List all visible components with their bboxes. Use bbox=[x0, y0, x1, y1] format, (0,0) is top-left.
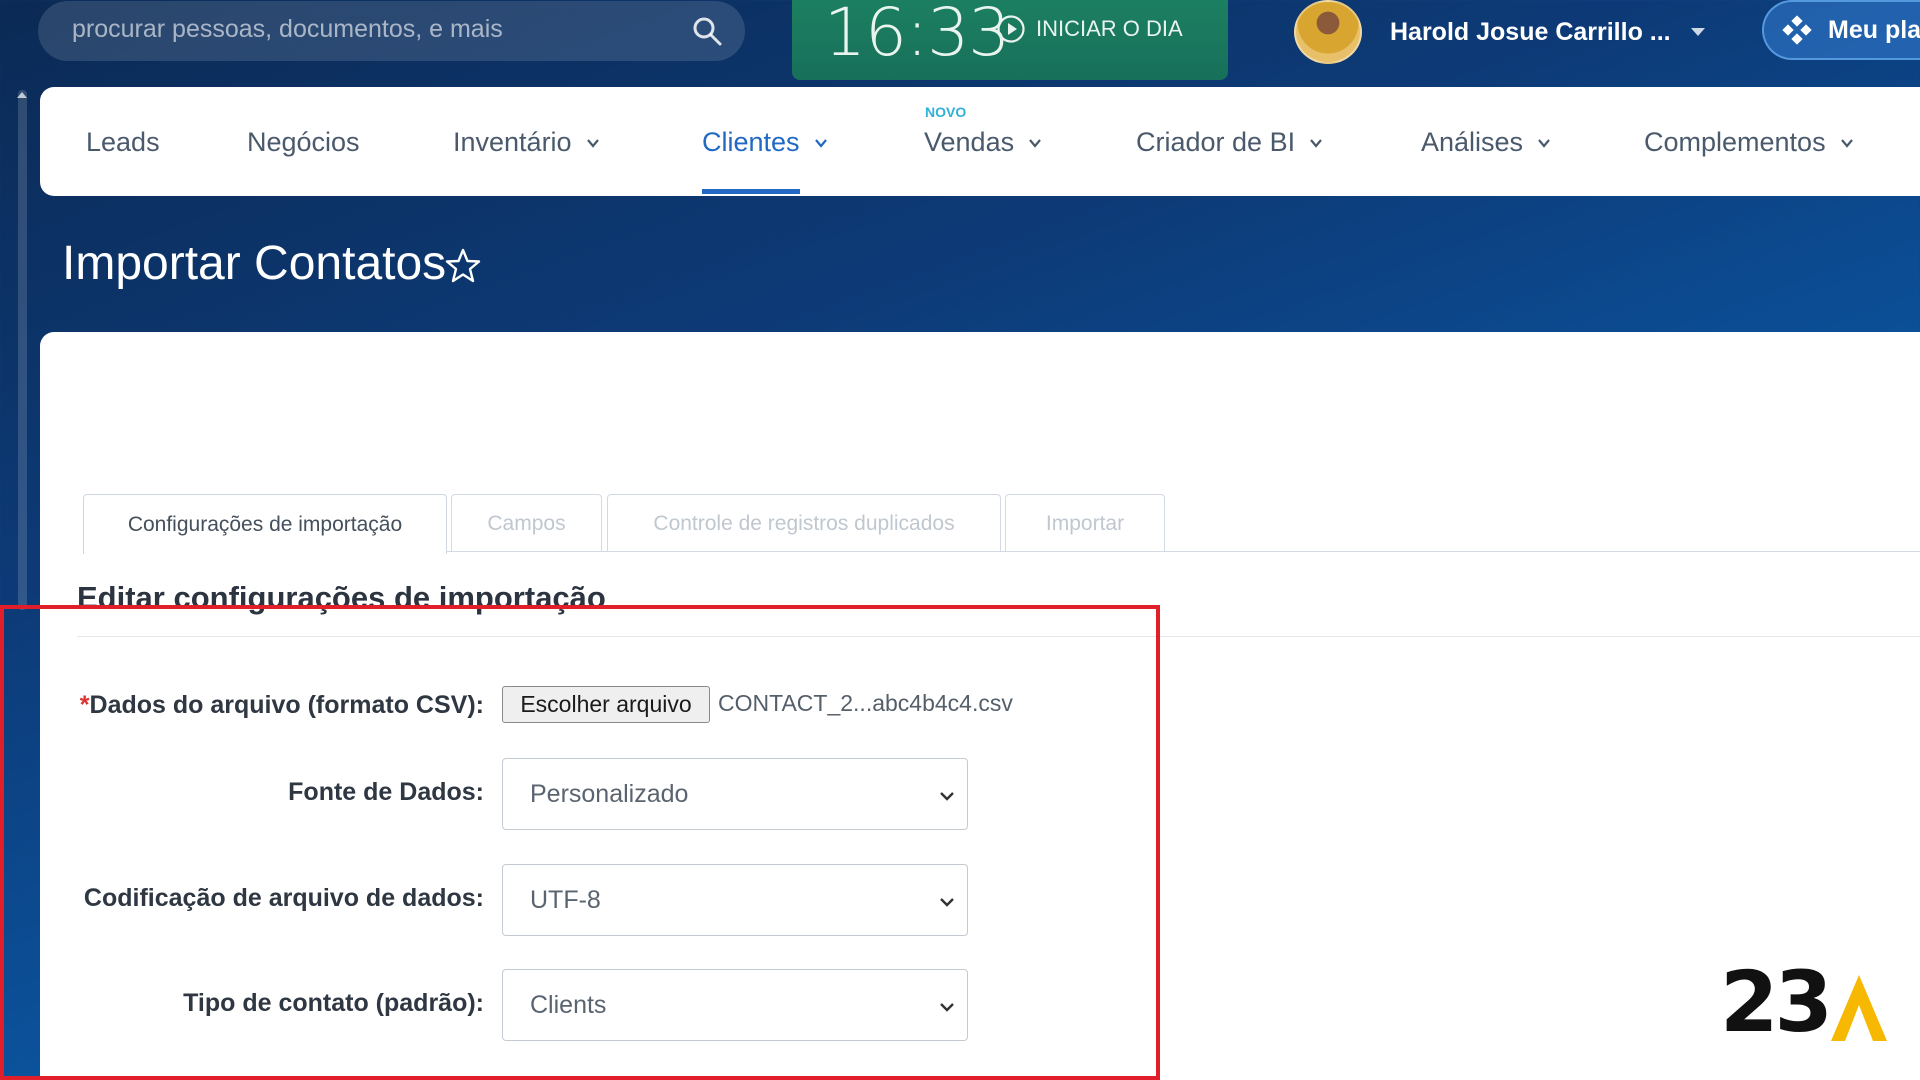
user-menu[interactable]: Harold Josue Carrillo ... bbox=[1294, 0, 1705, 64]
nav-item-label: Clientes bbox=[702, 127, 800, 157]
choose-file-label: Escolher arquivo bbox=[520, 691, 692, 717]
start-day-label: INICIAR O DIA bbox=[1036, 16, 1183, 41]
contact-type-value: Clients bbox=[530, 990, 607, 1019]
chevron-down-icon bbox=[1538, 138, 1550, 148]
diamond-grid-icon bbox=[1782, 15, 1812, 45]
chevron-down-icon bbox=[586, 138, 599, 148]
scroll-up-arrow-icon[interactable] bbox=[17, 92, 27, 98]
encoding-label: Codificação de arquivo de dados: bbox=[83, 884, 484, 912]
nav-item-negocios[interactable]: Negócios bbox=[247, 127, 360, 158]
avatar[interactable] bbox=[1294, 0, 1362, 64]
search-bar[interactable]: procurar pessoas, documentos, e mais bbox=[38, 1, 745, 61]
file-data-label: *Dados do arquivo (formato CSV): bbox=[80, 691, 484, 720]
tab-fields[interactable]: Campos bbox=[451, 494, 602, 552]
nav-item-complementos[interactable]: Complementos bbox=[1644, 127, 1854, 158]
content-panel: Configurações de importação Campos Contr… bbox=[40, 332, 1920, 1080]
tab-import[interactable]: Importar bbox=[1005, 494, 1165, 552]
main-nav: Leads Negócios Inventário Clientes NOVO … bbox=[40, 87, 1920, 196]
logo-text: 23 bbox=[1720, 953, 1833, 1051]
chevron-down-icon bbox=[940, 898, 954, 907]
section-title: Editar configurações de importação bbox=[77, 580, 606, 615]
selected-file-name: CONTACT_2...abc4b4c4.csv bbox=[718, 690, 1013, 716]
file-data-label-text: Dados do arquivo (formato CSV): bbox=[89, 691, 484, 719]
scrollbar-track[interactable] bbox=[18, 90, 27, 610]
my-plan-label: Meu pla bbox=[1828, 15, 1920, 44]
star-favorite-icon[interactable] bbox=[444, 247, 482, 285]
data-source-value: Personalizado bbox=[530, 779, 689, 808]
encoding-select[interactable]: UTF-8 bbox=[502, 864, 968, 936]
nav-item-label: Vendas bbox=[924, 127, 1015, 157]
nav-item-inventario[interactable]: Inventário bbox=[453, 127, 600, 158]
nav-item-analises[interactable]: Análises bbox=[1421, 127, 1551, 158]
nav-item-criador-bi[interactable]: Criador de BI bbox=[1136, 127, 1323, 158]
chevron-down-icon bbox=[1310, 138, 1322, 148]
nav-item-label: Criador de BI bbox=[1136, 127, 1296, 157]
play-circle-icon bbox=[997, 15, 1025, 43]
tabs-divider bbox=[446, 551, 1920, 552]
search-input[interactable]: procurar pessoas, documentos, e mais bbox=[72, 15, 503, 44]
chevron-down-icon bbox=[1029, 138, 1041, 148]
clock-time: 16:33 bbox=[824, 0, 1010, 71]
time-tracker: 16:33 INICIAR O DIA bbox=[792, 0, 1228, 80]
user-name[interactable]: Harold Josue Carrillo ... bbox=[1390, 18, 1671, 47]
nav-item-label: Inventário bbox=[453, 127, 572, 157]
encoding-value: UTF-8 bbox=[530, 885, 601, 914]
choose-file-button[interactable]: Escolher arquivo bbox=[502, 686, 710, 723]
tab-import-settings[interactable]: Configurações de importação bbox=[83, 494, 447, 554]
nav-item-label: Leads bbox=[86, 127, 160, 157]
new-badge: NOVO bbox=[925, 104, 967, 120]
chevron-down-icon bbox=[814, 138, 827, 148]
contact-type-label: Tipo de contato (padrão): bbox=[183, 989, 484, 1017]
tab-label: Campos bbox=[487, 511, 566, 535]
chevron-down-icon bbox=[1840, 138, 1853, 148]
chevron-down-icon bbox=[940, 792, 954, 801]
search-icon[interactable] bbox=[691, 15, 723, 47]
tab-label: Importar bbox=[1045, 511, 1125, 535]
chevron-down-icon bbox=[940, 1003, 954, 1012]
logo-mark-icon bbox=[1830, 975, 1887, 1041]
page-title: Importar Contatos bbox=[62, 237, 447, 290]
nav-item-label: Complementos bbox=[1644, 127, 1826, 157]
nav-item-leads[interactable]: Leads bbox=[86, 127, 160, 158]
nav-item-label: Negócios bbox=[247, 127, 360, 157]
data-source-select[interactable]: Personalizado bbox=[502, 758, 968, 830]
required-marker: * bbox=[79, 691, 90, 719]
nav-item-label: Análises bbox=[1421, 127, 1524, 157]
caret-down-icon[interactable] bbox=[1690, 28, 1705, 36]
nav-item-clientes[interactable]: Clientes bbox=[702, 127, 828, 158]
my-plan-button[interactable]: Meu pla bbox=[1762, 0, 1920, 60]
tab-duplicate-control[interactable]: Controle de registros duplicados bbox=[607, 494, 1001, 552]
brand-logo: 23 bbox=[1720, 953, 1887, 1051]
section-divider bbox=[77, 636, 1920, 637]
active-tab-indicator bbox=[702, 189, 800, 194]
start-day-button[interactable]: INICIAR O DIA bbox=[996, 14, 1183, 44]
tab-label: Configurações de importação bbox=[127, 512, 403, 536]
data-source-label: Fonte de Dados: bbox=[288, 778, 484, 806]
nav-item-vendas[interactable]: Vendas bbox=[924, 127, 1042, 158]
contact-type-select[interactable]: Clients bbox=[502, 969, 968, 1041]
tab-label: Controle de registros duplicados bbox=[653, 511, 955, 535]
left-scrollbar[interactable] bbox=[0, 0, 40, 1080]
